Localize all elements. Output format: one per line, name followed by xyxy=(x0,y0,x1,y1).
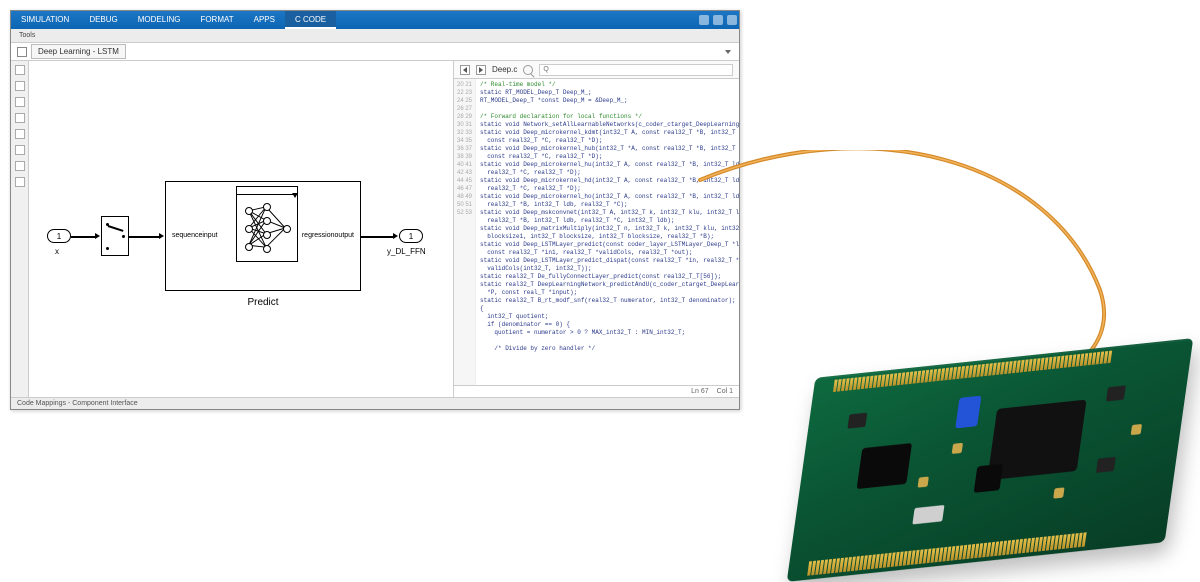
code-view-pane: Deep.c 20 21 22 23 24 25 26 27 28 29 30 … xyxy=(454,61,739,397)
predict-output-label: regressionoutput xyxy=(302,232,354,239)
model-canvas[interactable]: 1 x sequenceinput regressionoutput xyxy=(29,61,454,397)
arrow-icon xyxy=(95,233,100,239)
window-min-icon[interactable] xyxy=(699,15,709,25)
usb-port xyxy=(912,505,944,524)
tab-debug[interactable]: DEBUG xyxy=(79,11,127,29)
search-icon[interactable] xyxy=(523,65,533,75)
wire xyxy=(129,236,161,238)
breadcrumb-model[interactable]: Deep Learning - LSTM xyxy=(31,44,126,59)
tab-simulation[interactable]: SIMULATION xyxy=(11,11,79,29)
feedback-arrow-icon xyxy=(236,186,298,194)
predict-block[interactable]: sequenceinput regressionoutput xyxy=(165,181,361,291)
predict-caption: Predict xyxy=(166,297,360,308)
code-search-input[interactable] xyxy=(539,64,733,76)
stm32-discovery-board xyxy=(787,338,1194,582)
ic-chip xyxy=(847,413,867,429)
ic-chip xyxy=(1096,457,1116,473)
audio-jack xyxy=(857,443,912,489)
palette-btn-7[interactable] xyxy=(15,161,25,171)
palette-btn-6[interactable] xyxy=(15,145,25,155)
outport-label: y_DL_FFN xyxy=(387,247,426,256)
palette-btn-4[interactable] xyxy=(15,113,25,123)
inport-label: x xyxy=(55,247,59,256)
inport-block[interactable]: 1 xyxy=(47,229,71,243)
tab-c-code[interactable]: C CODE xyxy=(285,11,336,29)
code-text[interactable]: /* Real-time model */ static RT_MODEL_De… xyxy=(476,79,739,385)
palette-btn-2[interactable] xyxy=(15,81,25,91)
tab-modeling[interactable]: MODELING xyxy=(128,11,191,29)
wire xyxy=(361,236,395,238)
outport-number: 1 xyxy=(409,232,413,241)
multiport-switch-block[interactable] xyxy=(101,216,129,256)
code-nav-fwd[interactable] xyxy=(476,65,486,75)
outport-block[interactable]: 1 xyxy=(399,229,423,243)
palette-btn-5[interactable] xyxy=(15,129,25,139)
wire xyxy=(71,236,97,238)
code-gutter: 20 21 22 23 24 25 26 27 28 29 30 31 32 3… xyxy=(454,79,476,385)
arrow-icon xyxy=(393,233,398,239)
switch-arm-icon xyxy=(108,225,124,232)
network-icon xyxy=(236,194,298,262)
code-header: Deep.c xyxy=(454,61,739,79)
sub-toolbar-label: Tools xyxy=(19,32,35,39)
predict-input-label: sequenceinput xyxy=(172,232,218,239)
reset-button xyxy=(974,464,1004,493)
breadcrumb-bar: Deep Learning - LSTM xyxy=(11,43,739,61)
switch-node-icon xyxy=(122,235,125,238)
code-breadcrumb[interactable]: Deep.c xyxy=(492,65,517,74)
palette-btn-3[interactable] xyxy=(15,97,25,107)
code-line-indicator: Ln 67 xyxy=(691,388,709,395)
arrow-icon xyxy=(159,233,164,239)
code-col-indicator: Col 1 xyxy=(717,388,733,395)
user-button xyxy=(955,396,981,429)
breadcrumb-dropdown[interactable] xyxy=(723,47,733,57)
code-nav-back[interactable] xyxy=(460,65,470,75)
palette-btn-1[interactable] xyxy=(15,65,25,75)
chevron-right-icon xyxy=(479,67,483,73)
code-footer: Ln 67 Col 1 xyxy=(454,385,739,397)
simulink-window: SIMULATION DEBUG MODELING FORMAT APPS C … xyxy=(10,10,740,410)
palette xyxy=(11,61,29,397)
chevron-left-icon xyxy=(463,67,467,73)
tab-apps[interactable]: APPS xyxy=(244,11,285,29)
inport-number: 1 xyxy=(57,232,61,241)
ic-chip xyxy=(1106,385,1126,401)
palette-btn-8[interactable] xyxy=(15,177,25,187)
work-area: 1 x sequenceinput regressionoutput xyxy=(11,61,739,397)
chevron-down-icon xyxy=(725,50,731,54)
model-icon[interactable] xyxy=(17,47,27,57)
code-body[interactable]: 20 21 22 23 24 25 26 27 28 29 30 31 32 3… xyxy=(454,79,739,385)
tab-format[interactable]: FORMAT xyxy=(190,11,243,29)
window-max-icon[interactable] xyxy=(713,15,723,25)
status-bar: Code Mappings - Component Interface xyxy=(11,397,739,409)
window-close-icon[interactable] xyxy=(727,15,737,25)
status-text: Code Mappings - Component Interface xyxy=(17,400,138,407)
sub-toolbar: Tools xyxy=(11,29,739,43)
toolstrip: SIMULATION DEBUG MODELING FORMAT APPS C … xyxy=(11,11,739,29)
